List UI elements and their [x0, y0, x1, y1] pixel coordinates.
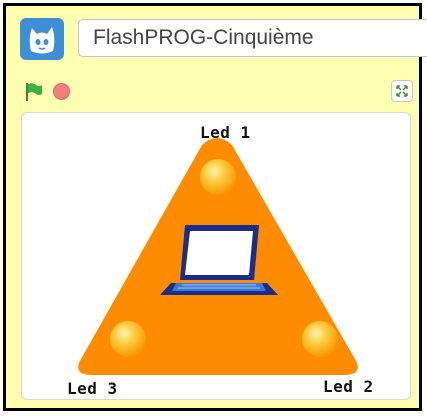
led-1-label: Led 1 — [200, 123, 251, 142]
scratch-cat-icon — [20, 18, 64, 60]
led-3-label: Led 3 — [67, 379, 118, 398]
stage-controls — [6, 72, 419, 108]
led-1 — [200, 159, 236, 195]
stage-graphic — [78, 138, 358, 375]
title-row: FlashPROG-Cinquième — [6, 6, 427, 68]
fullscreen-icon[interactable] — [391, 80, 413, 102]
led-3 — [110, 321, 146, 357]
led-2-label: Led 2 — [323, 377, 374, 396]
editor-window: FlashPROG-Cinquième Led 1 Led 2 Led 3 — [3, 3, 427, 411]
led-2 — [302, 321, 338, 357]
stage[interactable]: Led 1 Led 2 Led 3 — [21, 112, 411, 400]
green-flag-icon[interactable] — [25, 82, 43, 102]
stop-icon[interactable] — [53, 83, 70, 100]
project-title-input[interactable]: FlashPROG-Cinquième — [78, 19, 427, 57]
